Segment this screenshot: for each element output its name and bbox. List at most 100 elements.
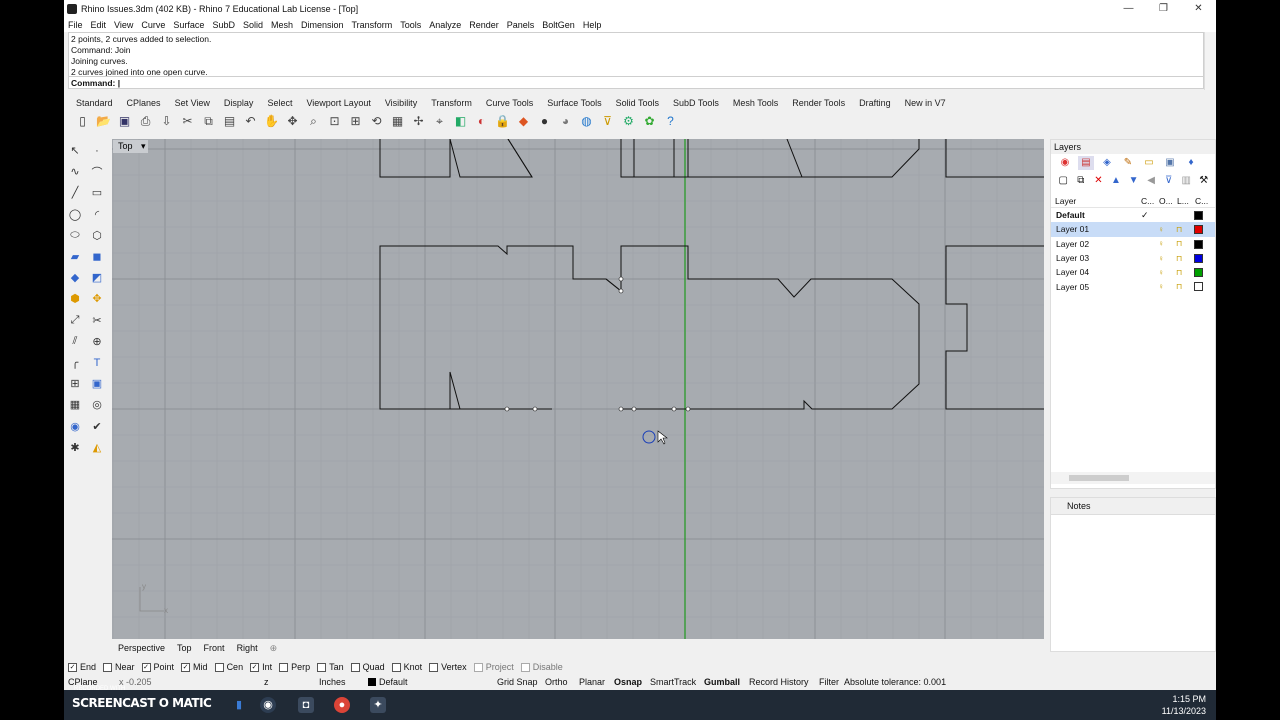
unlock-icon[interactable]: ⊓ <box>1176 225 1182 234</box>
dimension-icon[interactable]: ⤢ <box>66 312 84 329</box>
help-icon[interactable]: ? <box>662 113 679 129</box>
unlock-icon[interactable]: ⊓ <box>1176 268 1182 277</box>
ortho-toggle[interactable]: Ortho <box>545 677 568 687</box>
delete-layer-icon[interactable]: ✕ <box>1092 174 1105 188</box>
smarttrack-toggle[interactable]: SmartTrack <box>650 677 696 687</box>
new-icon[interactable]: ▯ <box>74 113 91 129</box>
move-left-icon[interactable]: ◀ <box>1145 174 1158 188</box>
tab-surface-tools[interactable]: Surface Tools <box>547 98 601 108</box>
osnap-checkbox[interactable] <box>279 662 289 672</box>
units-label[interactable]: Inches <box>319 677 346 687</box>
tab-curve-tools[interactable]: Curve Tools <box>486 98 533 108</box>
rotate-view-icon[interactable]: ⟲ <box>368 113 385 129</box>
display-icon[interactable]: ✎ <box>1120 156 1136 170</box>
osnap-perp[interactable]: Perp <box>279 662 310 672</box>
viewport-canvas[interactable]: y x <box>112 139 1044 639</box>
osnap-checkbox[interactable] <box>391 662 401 672</box>
osnap-near[interactable]: Near <box>103 662 135 672</box>
menu-surface[interactable]: Surface <box>173 20 204 30</box>
layer-row[interactable]: Layer 04 ♀ ⊓ <box>1051 265 1215 279</box>
material-icon[interactable]: ◆ <box>515 113 532 129</box>
render-tool-icon[interactable]: ◉ <box>66 418 84 435</box>
extrude-icon[interactable]: ◆ <box>66 269 84 286</box>
osnap-knot[interactable]: Knot <box>391 662 422 672</box>
tab-drafting[interactable]: Drafting <box>859 98 891 108</box>
maximize-button[interactable]: ❐ <box>1146 0 1181 17</box>
open-icon[interactable]: 📂 <box>95 113 112 129</box>
tab-standard[interactable]: Standard <box>76 98 113 108</box>
viewport-tab-front[interactable]: Front <box>204 643 225 653</box>
menu-file[interactable]: File <box>68 20 83 30</box>
current-layer-check-icon[interactable]: ✓ <box>1141 210 1149 221</box>
layer-color-swatch[interactable] <box>1194 282 1203 292</box>
paste-icon[interactable]: ▤ <box>221 113 238 129</box>
osnap-end[interactable]: ✓ End <box>68 662 96 672</box>
lock-icon[interactable]: 🔒 <box>494 113 511 129</box>
layer-color-swatch[interactable] <box>1194 268 1203 278</box>
boolean-icon[interactable]: ◭ <box>88 439 106 456</box>
pan-icon[interactable]: ✋ <box>263 113 280 129</box>
analyze-icon[interactable]: ◎ <box>88 396 106 413</box>
light-bulb-icon[interactable]: ♀ <box>1158 282 1164 291</box>
tab-set-view[interactable]: Set View <box>175 98 210 108</box>
unlock-icon[interactable]: ⊓ <box>1176 254 1182 263</box>
new-sublayer-icon[interactable]: ⧉ <box>1075 174 1088 188</box>
rectangle-icon[interactable]: ▭ <box>88 184 106 201</box>
grid-snap-toggle[interactable]: Grid Snap <box>497 677 538 687</box>
chrome-icon[interactable]: ● <box>334 697 350 713</box>
layer-icon[interactable]: ◧ <box>452 113 469 129</box>
tab-solid-tools[interactable]: Solid Tools <box>616 98 659 108</box>
osnap-checkbox[interactable] <box>317 662 327 672</box>
tab-mesh-tools[interactable]: Mesh Tools <box>733 98 778 108</box>
tab-visibility[interactable]: Visibility <box>385 98 417 108</box>
osnap-quad[interactable]: Quad <box>350 662 385 672</box>
mesh-icon[interactable]: ⬢ <box>66 290 84 307</box>
osnap-checkbox[interactable] <box>473 662 483 672</box>
group-icon[interactable]: ⊞ <box>66 375 84 392</box>
fillet-icon[interactable]: ╭ <box>66 354 84 371</box>
zoom-window-icon[interactable]: ⊡ <box>326 113 343 129</box>
new-layer-icon[interactable]: ▢ <box>1057 174 1070 188</box>
tab-subd-tools[interactable]: SubD Tools <box>673 98 719 108</box>
osnap-checkbox[interactable] <box>350 662 360 672</box>
move-down-icon[interactable]: ▼ <box>1127 174 1140 188</box>
menu-view[interactable]: View <box>114 20 133 30</box>
check-icon[interactable]: ✔ <box>88 418 106 435</box>
array-icon[interactable]: ▦ <box>66 396 84 413</box>
gumball-toggle[interactable]: Gumball <box>704 677 740 687</box>
col-lock[interactable]: L... <box>1177 196 1195 206</box>
viewport-menu-arrow-icon[interactable]: ▾ <box>141 141 146 151</box>
settings-icon[interactable]: ✿ <box>641 113 658 129</box>
grid-icon[interactable]: ▦ <box>389 113 406 129</box>
tab-new-in-v7[interactable]: New in V7 <box>905 98 946 108</box>
shaded-icon[interactable]: ◕ <box>557 113 574 129</box>
unlock-icon[interactable]: ⊓ <box>1176 239 1182 248</box>
zoom-extents-icon[interactable]: ⊞ <box>347 113 364 129</box>
select-arrow-icon[interactable]: ↖ <box>66 142 84 159</box>
split-icon[interactable]: ⫽ <box>66 333 84 350</box>
col-color[interactable]: C... <box>1195 196 1213 206</box>
osnap-checkbox[interactable] <box>214 662 224 672</box>
command-prompt[interactable]: Command: | <box>68 77 1204 89</box>
tab-viewport-layout[interactable]: Viewport Layout <box>306 98 370 108</box>
curve-icon[interactable]: ⌒ <box>88 163 106 180</box>
ellipse-icon[interactable]: ⬭ <box>66 227 84 244</box>
menu-dimension[interactable]: Dimension <box>301 20 344 30</box>
trim-icon[interactable]: ✂ <box>88 312 106 329</box>
light-bulb-icon[interactable]: ♀ <box>1158 225 1164 234</box>
text-icon[interactable]: T <box>88 354 106 371</box>
menu-mesh[interactable]: Mesh <box>271 20 293 30</box>
options-icon[interactable]: ⚙ <box>620 113 637 129</box>
menu-analyze[interactable]: Analyze <box>429 20 461 30</box>
tab-select[interactable]: Select <box>267 98 292 108</box>
planar-toggle[interactable]: Planar <box>579 677 605 687</box>
osnap-vertex[interactable]: Vertex <box>429 662 467 672</box>
sphere-icon[interactable]: ● <box>536 113 553 129</box>
add-viewport-tab-icon[interactable]: ⊕ <box>270 643 278 654</box>
osnap-checkbox[interactable]: ✓ <box>68 662 77 672</box>
import-icon[interactable]: ⇩ <box>158 113 175 129</box>
osnap-int[interactable]: ✓ Int <box>250 662 272 672</box>
rhino-taskbar-icon[interactable]: ✦ <box>370 697 386 713</box>
print-icon[interactable]: ⎙ <box>137 113 154 129</box>
viewport-tab-top[interactable]: Top <box>177 643 192 653</box>
